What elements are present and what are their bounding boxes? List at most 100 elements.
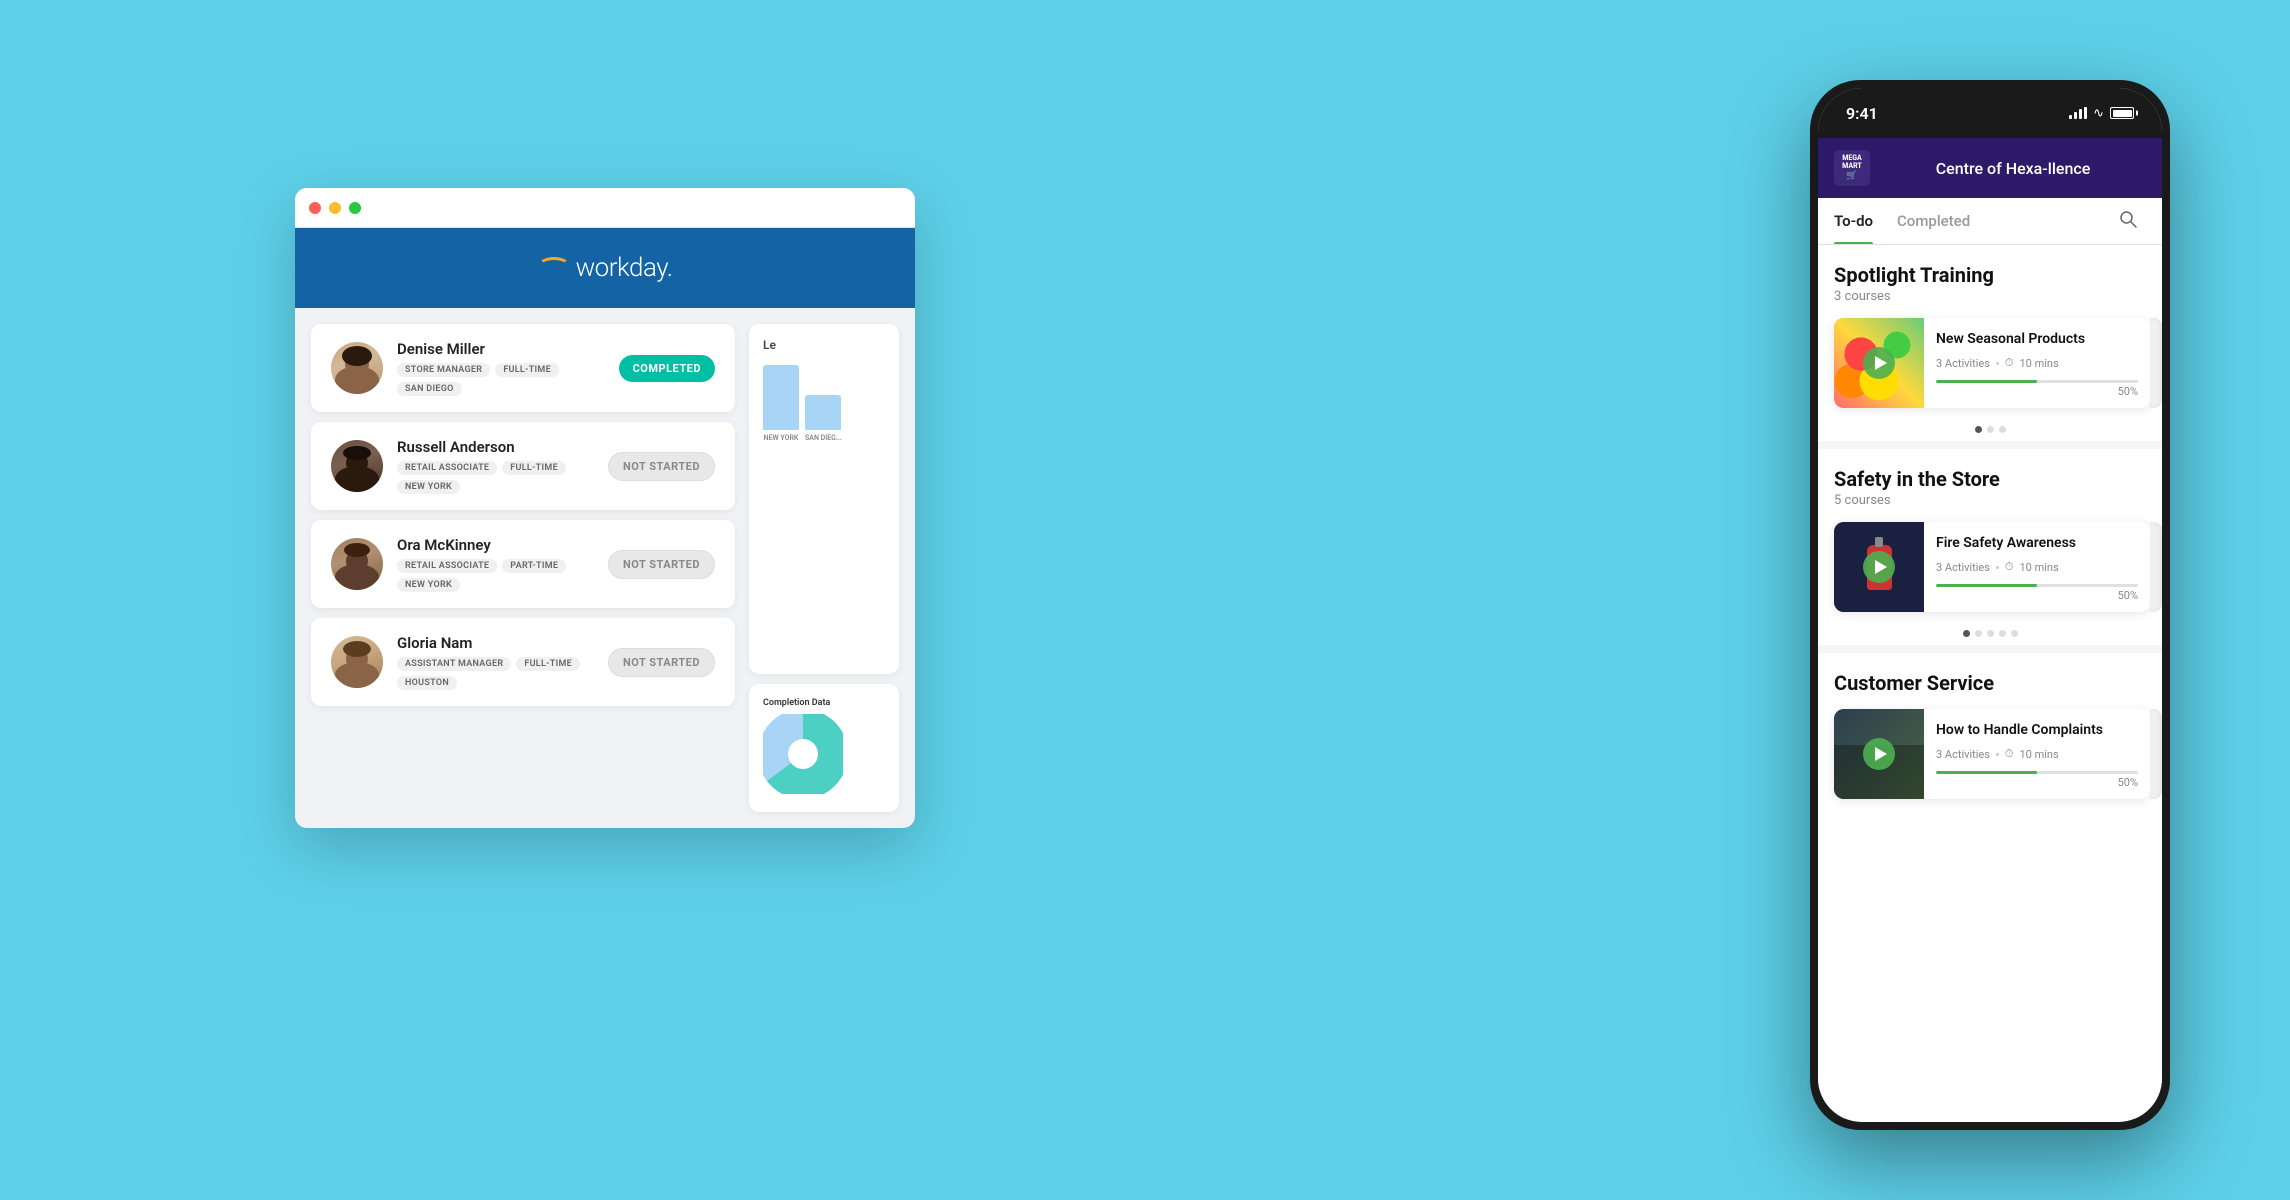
signal-bar-1 bbox=[2069, 115, 2072, 119]
app-header: MEGA MART 🛒 Centre of Hexa-llence bbox=[1818, 138, 2162, 198]
employee-card: Ora McKinney RETAIL ASSOCIATE PART-TIME … bbox=[311, 520, 735, 608]
status-badge-not-started: NOT STARTED bbox=[608, 550, 715, 579]
phone-status-bar: 9:41 ∿ bbox=[1818, 88, 2162, 138]
duration-customer: 10 mins bbox=[2020, 748, 2059, 761]
course-card-seasonal[interactable]: New Seasonal Products 3 Activities ⏱ 10 … bbox=[1834, 318, 2150, 408]
status-badge-not-started: NOT STARTED bbox=[608, 452, 715, 481]
activities-seasonal: 3 Activities bbox=[1936, 357, 1990, 370]
emp-tag: ASSISTANT MANAGER bbox=[397, 657, 511, 671]
carousel-dot bbox=[1987, 630, 1994, 637]
play-button-customer[interactable] bbox=[1863, 738, 1895, 770]
course-thumbnail-fire bbox=[1834, 522, 1924, 612]
signal-bar-4 bbox=[2084, 107, 2087, 119]
emp-tag: FULL-TIME bbox=[516, 657, 580, 671]
section-safety: Safety in the Store 5 courses bbox=[1818, 449, 2162, 512]
course-row-fire: Fire Safety Awareness 3 Activities ⏱ 10 … bbox=[1818, 512, 2162, 622]
workday-logo: workday. bbox=[538, 253, 673, 283]
app-logo: MEGA MART 🛒 bbox=[1834, 150, 1870, 186]
titlebar-dot-green bbox=[349, 202, 361, 214]
section-spotlight: Spotlight Training 3 courses bbox=[1818, 245, 2162, 308]
section-customer: Customer Service bbox=[1818, 653, 2162, 699]
search-icon bbox=[2118, 209, 2138, 229]
desktop-titlebar bbox=[295, 188, 915, 228]
course-info-fire: Fire Safety Awareness 3 Activities ⏱ 10 … bbox=[1924, 522, 2150, 612]
emp-tag: SAN DIEGO bbox=[397, 382, 462, 396]
course-info-seasonal: New Seasonal Products 3 Activities ⏱ 10 … bbox=[1924, 318, 2150, 408]
status-badge-not-started: NOT STARTED bbox=[608, 648, 715, 677]
emp-name-gloria: Gloria Nam bbox=[397, 634, 594, 652]
tab-todo[interactable]: To-do bbox=[1834, 198, 1873, 244]
progress-fill-seasonal bbox=[1936, 380, 2037, 383]
play-triangle-icon bbox=[1875, 560, 1887, 574]
employee-card: Denise Miller STORE MANAGER FULL-TIME SA… bbox=[311, 324, 735, 412]
emp-tags-gloria: ASSISTANT MANAGER FULL-TIME HOUSTON bbox=[397, 657, 594, 690]
clock-icon-customer: ⏱ bbox=[2005, 747, 2014, 761]
activities-fire: 3 Activities bbox=[1936, 561, 1990, 574]
tab-completed[interactable]: Completed bbox=[1897, 198, 1970, 244]
section-divider bbox=[1818, 441, 2162, 449]
play-button-seasonal[interactable] bbox=[1863, 347, 1895, 379]
phone-inner: 9:41 ∿ MEGA MART 🛒 bbox=[1818, 88, 2162, 1122]
mobile-phone: 9:41 ∿ MEGA MART 🛒 bbox=[1810, 80, 2170, 1130]
section-title-safety: Safety in the Store bbox=[1834, 467, 2146, 491]
course-name-customer: How to Handle Complaints bbox=[1936, 721, 2138, 739]
emp-tag: NEW YORK bbox=[397, 480, 460, 494]
course-meta-seasonal: 3 Activities ⏱ 10 mins bbox=[1936, 356, 2138, 370]
emp-info-ora: Ora McKinney RETAIL ASSOCIATE PART-TIME … bbox=[397, 536, 594, 592]
carousel-dot bbox=[1987, 426, 1994, 433]
right-card-stub bbox=[2150, 709, 2162, 799]
carousel-dot bbox=[1999, 426, 2006, 433]
emp-tag: FULL-TIME bbox=[495, 363, 559, 377]
course-card-customer[interactable]: How to Handle Complaints 3 Activities ⏱ … bbox=[1834, 709, 2150, 799]
course-row-seasonal: New Seasonal Products 3 Activities ⏱ 10 … bbox=[1818, 308, 2162, 418]
clock-icon-fire: ⏱ bbox=[2005, 560, 2014, 574]
pie-chart-card: Completion Data bbox=[749, 684, 899, 812]
chart-label: Le bbox=[763, 338, 885, 352]
signal-bars-icon bbox=[2069, 107, 2087, 119]
emp-tag: PART-TIME bbox=[502, 559, 566, 573]
meta-dot bbox=[1996, 566, 1999, 569]
logo-icon: 🛒 bbox=[1842, 171, 1862, 181]
section-divider bbox=[1818, 645, 2162, 653]
titlebar-dot-yellow bbox=[329, 202, 341, 214]
avatar-ora bbox=[331, 538, 383, 590]
bar-item-sandiego: SAN DIEG... bbox=[805, 395, 842, 442]
emp-info-denise: Denise Miller STORE MANAGER FULL-TIME SA… bbox=[397, 340, 605, 396]
bar-item-newyork: NEW YORK bbox=[763, 365, 799, 442]
app-header-title: Centre of Hexa-llence bbox=[1880, 159, 2146, 178]
bar-fill-sandiego bbox=[805, 395, 841, 430]
play-button-fire[interactable] bbox=[1863, 551, 1895, 583]
emp-name-denise: Denise Miller bbox=[397, 340, 605, 358]
course-info-customer: How to Handle Complaints 3 Activities ⏱ … bbox=[1924, 709, 2150, 799]
emp-tag: FULL-TIME bbox=[502, 461, 566, 475]
progress-track bbox=[1936, 380, 2138, 383]
section-title-spotlight: Spotlight Training bbox=[1834, 263, 2146, 287]
clock-icon-seasonal: ⏱ bbox=[2005, 356, 2014, 370]
employee-list: Denise Miller STORE MANAGER FULL-TIME SA… bbox=[311, 324, 735, 812]
employee-card: Gloria Nam ASSISTANT MANAGER FULL-TIME H… bbox=[311, 618, 735, 706]
carousel-dot bbox=[1999, 630, 2006, 637]
section-subtitle-safety: 5 courses bbox=[1834, 493, 2146, 508]
course-name-fire: Fire Safety Awareness bbox=[1936, 534, 2138, 552]
emp-tags-ora: RETAIL ASSOCIATE PART-TIME NEW YORK bbox=[397, 559, 594, 592]
course-card-fire[interactable]: Fire Safety Awareness 3 Activities ⏱ 10 … bbox=[1834, 522, 2150, 612]
emp-info-gloria: Gloria Nam ASSISTANT MANAGER FULL-TIME H… bbox=[397, 634, 594, 690]
search-button[interactable] bbox=[2110, 201, 2146, 241]
course-name-seasonal: New Seasonal Products bbox=[1936, 330, 2138, 348]
course-thumbnail-customer bbox=[1834, 709, 1924, 799]
app-logo-content: MEGA MART 🛒 bbox=[1842, 155, 1862, 180]
section-title-customer: Customer Service bbox=[1834, 671, 2146, 695]
carousel-dot bbox=[2011, 630, 2018, 637]
employee-card: Russell Anderson RETAIL ASSOCIATE FULL-T… bbox=[311, 422, 735, 510]
avatar-denise bbox=[331, 342, 383, 394]
battery-icon bbox=[2110, 107, 2134, 119]
status-badge-completed: COMPLETED bbox=[619, 355, 715, 382]
app-content[interactable]: Spotlight Training 3 courses New Seasona… bbox=[1818, 245, 2162, 1119]
workday-text: workday. bbox=[576, 253, 673, 283]
bar-label-newyork: NEW YORK bbox=[764, 434, 799, 442]
duration-fire: 10 mins bbox=[2020, 561, 2059, 574]
progress-track bbox=[1936, 771, 2138, 774]
desktop-right-panel: Le NEW YORK SAN DIEG... Completion Data bbox=[749, 324, 899, 812]
signal-bar-3 bbox=[2079, 109, 2082, 119]
duration-seasonal: 10 mins bbox=[2020, 357, 2059, 370]
